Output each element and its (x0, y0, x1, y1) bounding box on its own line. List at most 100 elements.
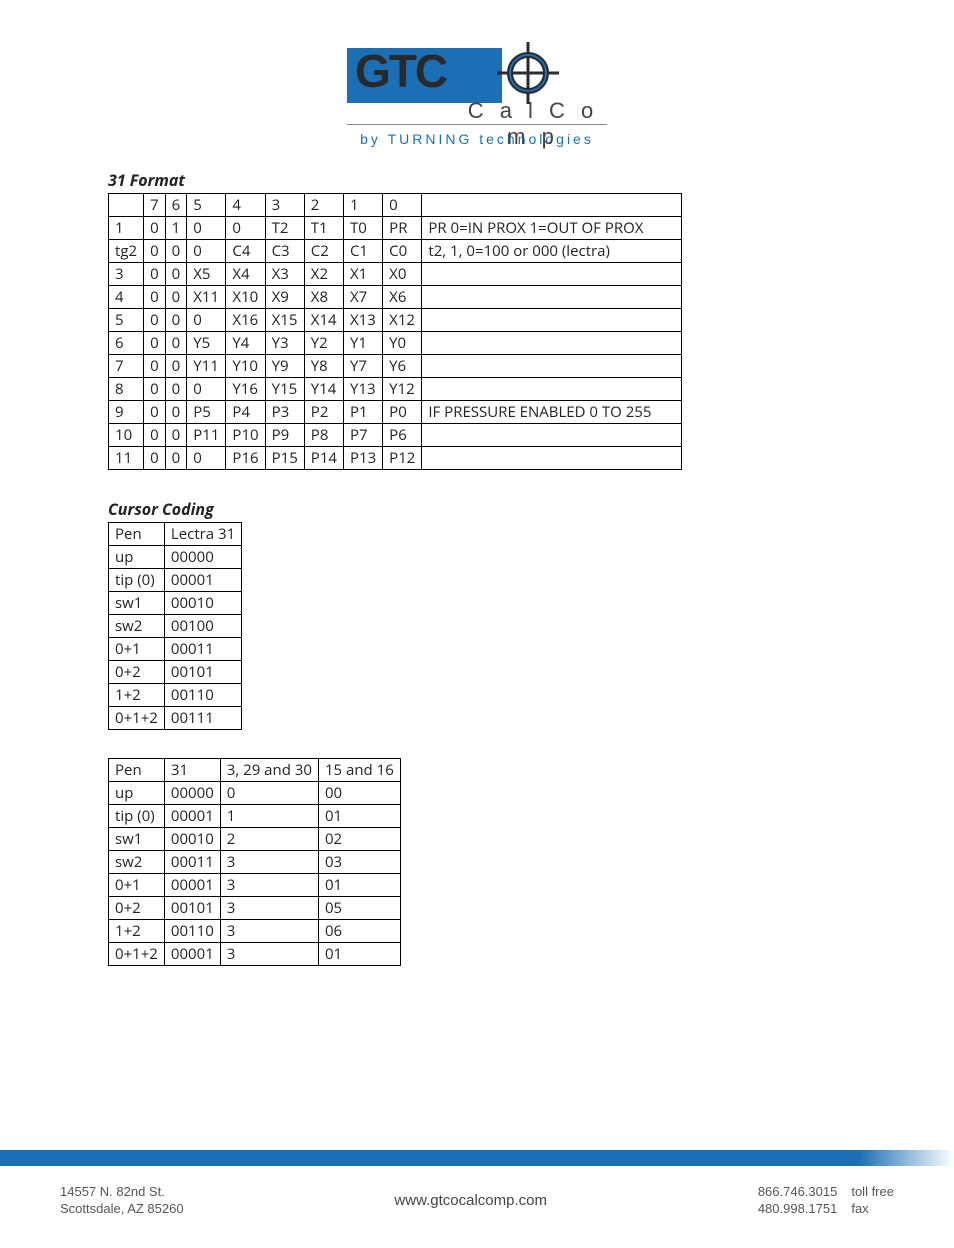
table-cell: 0 (165, 263, 187, 286)
table-cell: C0 (383, 240, 422, 263)
table-cell: 03 (318, 851, 400, 874)
table-cell: 0 (187, 309, 226, 332)
table-cell: P9 (265, 424, 304, 447)
table-cell: 10 (109, 424, 144, 447)
table-cell: P6 (383, 424, 422, 447)
table-cell: T0 (343, 217, 382, 240)
table-cell: P8 (304, 424, 343, 447)
table-cell: Lectra 31 (164, 523, 241, 546)
footer-phones: 866.746.3015 toll free 480.998.1751 fax (758, 1184, 894, 1218)
table-cell: P1 (343, 401, 382, 424)
table-cell: 2 (304, 194, 343, 217)
table-cell: T1 (304, 217, 343, 240)
address-line-1: 14557 N. 82nd St. (60, 1184, 184, 1201)
table-cell: P4 (226, 401, 265, 424)
table-cell: sw2 (109, 615, 165, 638)
table-row: 10100T2T1T0PRPR 0=IN PROX 1=OUT OF PROX (109, 217, 682, 240)
table-cell: 0+1 (109, 874, 165, 897)
table-cell: 0 (187, 240, 226, 263)
table-row: 700Y11Y10Y9Y8Y7Y6 (109, 355, 682, 378)
table-cell: Y13 (343, 378, 382, 401)
address-line-2: Scottsdale, AZ 85260 (60, 1201, 184, 1218)
table-cell: Y5 (187, 332, 226, 355)
table-cell: 0 (226, 217, 265, 240)
table-row: 1000P11P10P9P8P7P6 (109, 424, 682, 447)
table-cell: 4 (226, 194, 265, 217)
table-cell: P2 (304, 401, 343, 424)
table-cell: 0 (165, 378, 187, 401)
table-cell: X10 (226, 286, 265, 309)
table-cell: 3 (220, 920, 318, 943)
table-cell: 0 (187, 217, 226, 240)
table-cell: 0+2 (109, 897, 165, 920)
table-cell: 3 (265, 194, 304, 217)
table-cell: Y8 (304, 355, 343, 378)
table-cell: Y6 (383, 355, 422, 378)
table-cell: sw1 (109, 828, 165, 851)
table-cell: X11 (187, 286, 226, 309)
table-row: 0+1+200111 (109, 707, 242, 730)
table-cell (422, 309, 682, 332)
table-cell: X9 (265, 286, 304, 309)
table-cell: 05 (318, 897, 400, 920)
table-row: 8000Y16Y15Y14Y13Y12 (109, 378, 682, 401)
table-row: 0+200101305 (109, 897, 401, 920)
crosshair-icon (497, 42, 559, 104)
table-cell: 00110 (164, 684, 241, 707)
phone-tollfree: 866.746.3015 (758, 1184, 838, 1201)
table-cell: Y16 (226, 378, 265, 401)
table-cell: 0 (144, 286, 166, 309)
table-cell: up (109, 546, 165, 569)
table-cell: 1 (220, 805, 318, 828)
phone-tollfree-label: toll free (851, 1184, 894, 1201)
table-cell: Y7 (343, 355, 382, 378)
table-cell (109, 194, 144, 217)
logo: GTC C a l C o m p by TURNING technologie… (347, 30, 607, 151)
table-cell: tip (0) (109, 805, 165, 828)
table-cell: X3 (265, 263, 304, 286)
table-cell: tg2 (109, 240, 144, 263)
table-cell: 00010 (164, 828, 220, 851)
table-cell: sw2 (109, 851, 165, 874)
table-cell: 2 (220, 828, 318, 851)
table-cell: X4 (226, 263, 265, 286)
table-cell: 3 (109, 263, 144, 286)
table-cell: 31 (164, 759, 220, 782)
table-cell: 00010 (164, 592, 241, 615)
page-header: GTC C a l C o m p by TURNING technologie… (80, 30, 874, 151)
table-cell: P0 (383, 401, 422, 424)
table-cell: X1 (343, 263, 382, 286)
table-cell: IF PRESSURE ENABLED 0 TO 255 (422, 401, 682, 424)
table-cell: 1 (109, 217, 144, 240)
table-cell: P15 (265, 447, 304, 470)
table-cell: 1 (343, 194, 382, 217)
table-cell: PR (383, 217, 422, 240)
table-cell: Y14 (304, 378, 343, 401)
table-row: 600Y5Y4Y3Y2Y1Y0 (109, 332, 682, 355)
table-cell (422, 194, 682, 217)
table-cell: 1 (165, 217, 187, 240)
table-cell: 0 (144, 355, 166, 378)
table-row: sw200011303 (109, 851, 401, 874)
phone-fax: 480.998.1751 (758, 1201, 838, 1218)
table-cell: 9 (109, 401, 144, 424)
table-cell: 0 (187, 447, 226, 470)
table-cell: 3, 29 and 30 (220, 759, 318, 782)
table-row: 400X11X10X9X8X7X6 (109, 286, 682, 309)
table-cell: P3 (265, 401, 304, 424)
table-cell: Y11 (187, 355, 226, 378)
table-cell: X13 (343, 309, 382, 332)
table-cell: X8 (304, 286, 343, 309)
table-cell: 0 (144, 309, 166, 332)
table-row: sw200100 (109, 615, 242, 638)
table-cell: X12 (383, 309, 422, 332)
table-cell: X2 (304, 263, 343, 286)
table-row: 1+200110306 (109, 920, 401, 943)
page-footer: 14557 N. 82nd St. Scottsdale, AZ 85260 w… (0, 1166, 954, 1248)
table-cell: X0 (383, 263, 422, 286)
table-cell: 01 (318, 874, 400, 897)
table-cell: P16 (226, 447, 265, 470)
table-row: up00000000 (109, 782, 401, 805)
table-cell: P7 (343, 424, 382, 447)
table-cell: P12 (383, 447, 422, 470)
